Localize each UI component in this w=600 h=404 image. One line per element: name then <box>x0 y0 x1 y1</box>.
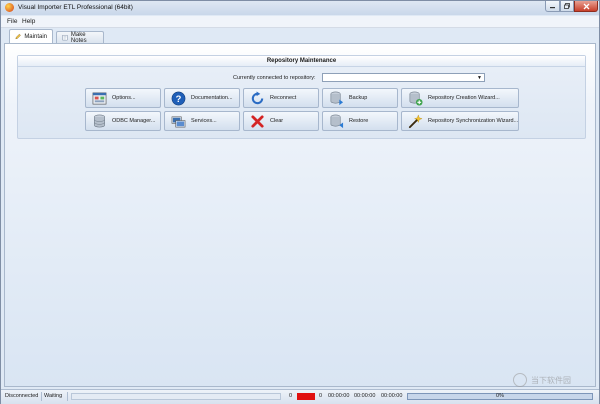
clear-button[interactable]: Clear <box>243 111 319 131</box>
clear-button-label: Clear <box>270 118 284 124</box>
repository-sync-wizard-button[interactable]: Repository Synchronization Wizard... <box>401 111 519 131</box>
connected-repository-label: Currently connected to repository: <box>233 75 316 81</box>
reconnect-button[interactable]: Reconnect <box>243 88 319 108</box>
reconnect-button-label: Reconnect <box>270 95 297 101</box>
close-icon <box>583 3 589 9</box>
svg-text:?: ? <box>176 94 182 104</box>
status-divider <box>41 392 42 401</box>
repository-maintenance-group: Repository Maintenance Currently connect… <box>17 55 586 139</box>
options-icon <box>92 92 107 105</box>
database-backup-icon <box>330 91 344 106</box>
odbc-manager-button-label: ODBC Manager... <box>112 118 156 124</box>
overall-progress-bar: 0% <box>407 393 593 400</box>
tab-maintain-label: Maintain <box>24 33 47 40</box>
tab-make-notes-label: Make Notes <box>70 31 87 44</box>
status-time-1: 00:00:00 <box>328 393 350 399</box>
repository-select[interactable]: ▼ <box>322 73 485 82</box>
error-indicator <box>297 393 315 400</box>
notepad-icon <box>62 35 68 41</box>
app-window: Visual Importer ETL Professional (64bit)… <box>0 0 600 404</box>
status-count-b: 0 <box>319 393 323 399</box>
group-header: Repository Maintenance <box>18 56 585 67</box>
restore-icon <box>563 3 570 9</box>
title-bar[interactable]: Visual Importer ETL Professional (64bit) <box>1 1 599 15</box>
app-logo-icon <box>5 3 14 12</box>
tab-make-notes[interactable]: Make Notes <box>56 31 104 44</box>
restore-button[interactable]: Restore <box>322 111 398 131</box>
database-icon <box>94 114 105 128</box>
menu-help[interactable]: Help <box>22 18 35 25</box>
services-button-label: Services... <box>191 118 217 124</box>
status-connection: Disconnected <box>5 393 39 399</box>
restore-button-label: Restore <box>349 118 369 124</box>
watermark: 当下软件园 <box>513 373 597 389</box>
repository-creation-wizard-button[interactable]: Repository Creation Wizard... <box>401 88 519 108</box>
status-time-2: 00:00:00 <box>354 393 376 399</box>
services-icon <box>171 116 186 128</box>
overall-progress-label: 0% <box>496 393 504 399</box>
delete-icon <box>251 115 264 128</box>
options-button-label: Options... <box>112 95 136 101</box>
database-add-icon <box>409 91 423 106</box>
tab-strip: Maintain Make Notes <box>4 29 596 44</box>
tab-maintain[interactable]: Maintain <box>9 29 53 43</box>
minimize-icon <box>550 6 555 8</box>
services-button[interactable]: Services... <box>164 111 240 131</box>
menu-bar: File Help <box>1 16 599 28</box>
close-button[interactable] <box>574 1 598 12</box>
chevron-down-icon[interactable]: ▼ <box>477 75 482 81</box>
documentation-button[interactable]: ? Documentation... <box>164 88 240 108</box>
minimize-button[interactable] <box>545 1 560 12</box>
status-bar: Disconnected Waiting 0 0 00:00:00 00:00:… <box>1 389 599 404</box>
refresh-icon <box>251 91 264 105</box>
repository-sync-wizard-label: Repository Synchronization Wizard... <box>428 118 519 124</box>
pencil-icon <box>15 33 21 40</box>
status-divider <box>67 392 68 401</box>
status-state: Waiting <box>44 393 63 399</box>
maximize-button[interactable] <box>560 1 574 12</box>
repository-creation-wizard-label: Repository Creation Wizard... <box>428 95 500 101</box>
odbc-manager-button[interactable]: ODBC Manager... <box>85 111 161 131</box>
watermark-text: 当下软件园 <box>531 376 571 385</box>
backup-button-label: Backup <box>349 95 368 101</box>
menu-file[interactable]: File <box>7 18 17 25</box>
watermark-logo-icon <box>513 373 527 387</box>
activity-progress-bar <box>71 393 281 400</box>
group-title: Repository Maintenance <box>266 58 337 64</box>
window-title: Visual Importer ETL Professional (64bit) <box>18 4 133 11</box>
database-restore-icon <box>330 114 344 129</box>
status-count-a: 0 <box>289 393 293 399</box>
options-button[interactable]: Options... <box>85 88 161 108</box>
status-time-3: 00:00:00 <box>381 393 403 399</box>
magic-wand-icon <box>408 114 423 129</box>
backup-button[interactable]: Backup <box>322 88 398 108</box>
documentation-button-label: Documentation... <box>191 95 233 101</box>
maintain-panel: Repository Maintenance Currently connect… <box>4 43 596 387</box>
help-icon: ? <box>171 91 186 106</box>
